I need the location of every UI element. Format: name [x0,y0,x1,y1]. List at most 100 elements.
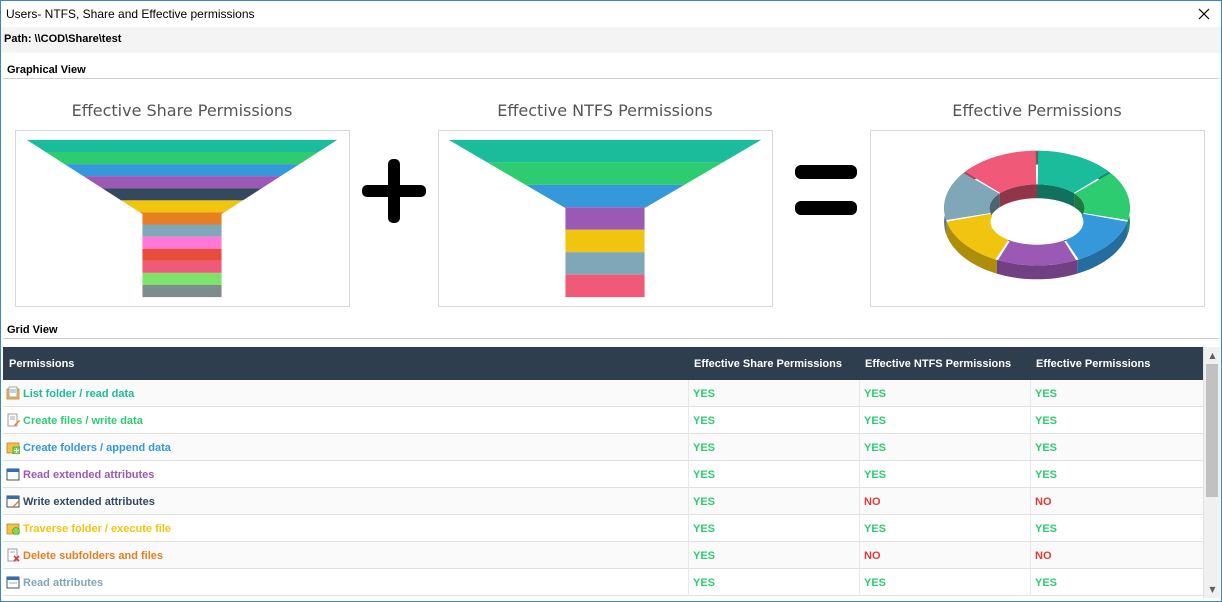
share-funnel-segment [142,248,222,261]
share-funnel-segment [26,139,338,152]
column-separator [1030,569,1031,596]
ntfs-permission-value: YES [864,523,887,535]
ntfs-funnel-chart [438,130,773,307]
table-row[interactable]: Traverse folder / execute file YES YES YES [3,515,1203,542]
column-separator [859,542,860,569]
ntfs-funnel-segment [487,162,723,185]
grid-scrollbar[interactable]: ▲ ▼ [1203,347,1220,598]
grid-view-label: Grid View [7,324,58,336]
equals-icon [793,161,859,221]
effective-donut-chart [870,130,1205,307]
ntfs-permission-value: YES [864,415,887,427]
scroll-up-arrow-icon[interactable]: ▲ [1204,347,1221,364]
scroll-thumb[interactable] [1206,364,1218,497]
effective-permission-value: YES [1035,577,1058,589]
effective-chart-title: Effective Permissions [952,101,1122,120]
share-funnel-segment [142,224,222,237]
header-permissions[interactable]: Permissions [9,358,74,370]
share-permission-value: YES [693,442,716,454]
column-separator [1030,515,1031,542]
share-funnel-chart [15,130,350,307]
column-separator [859,569,860,596]
share-chart-title: Effective Share Permissions [71,101,293,120]
column-separator [859,380,860,407]
column-separator [688,515,689,542]
header-effective[interactable]: Effective Permissions [1036,358,1150,370]
title-bar: Users- NTFS, Share and Effective permiss… [1,1,1221,27]
table-row[interactable]: Delete subfolders and files YES NO NO [3,542,1203,569]
table-row[interactable]: List folder / read data YES YES YES [3,380,1203,407]
grid-header: Permissions Effective Share Permissions … [3,347,1203,380]
column-separator [1030,461,1031,488]
ntfs-funnel-segment [564,207,647,230]
window-write-icon [6,494,20,508]
share-permission-value: YES [693,577,716,589]
ntfs-funnel-segment [565,252,645,275]
share-funnel-segment [142,272,222,286]
permission-name: Create folders / append data [23,442,171,454]
column-separator [1030,542,1031,569]
column-separator [688,488,689,515]
header-ntfs[interactable]: Effective NTFS Permissions [865,358,1011,370]
ntfs-permission-value: NO [864,496,881,508]
share-permission-value: YES [693,415,716,427]
column-separator [859,488,860,515]
plus-icon [359,156,429,226]
ntfs-permission-value: YES [864,469,887,481]
column-separator [688,461,689,488]
table-row[interactable]: Read extended attributes YES YES YES [3,461,1203,488]
table-row[interactable]: Write extended attributes YES NO NO [3,488,1203,515]
share-funnel-segment [102,188,262,201]
effective-donut-svg [944,150,1130,280]
ntfs-permission-value: YES [864,388,887,400]
share-funnel-segment [121,200,243,213]
folder-list-icon [6,386,20,400]
column-separator [1030,407,1031,434]
effective-permission-value: YES [1035,415,1058,427]
ntfs-permission-value: YES [864,577,887,589]
permission-name: Read extended attributes [23,469,155,481]
folder-execute-icon [6,521,20,535]
ntfs-funnel-svg [448,139,762,298]
share-permission-value: YES [693,523,716,535]
share-permission-value: YES [693,496,716,508]
effective-permission-value: YES [1035,469,1058,481]
donut-hole [990,199,1084,245]
window-attributes-icon [6,575,20,589]
graphical-view-divider [3,78,1219,79]
path-bar: Path: \\COD\Share\test [1,27,1221,53]
table-row[interactable]: Create folders / append data YES YES YES [3,434,1203,461]
share-funnel-segment [142,260,222,273]
header-share[interactable]: Effective Share Permissions [694,358,842,370]
effective-permission-value: NO [1035,550,1052,562]
effective-permission-value: YES [1035,388,1058,400]
column-separator [859,434,860,461]
permission-name: Delete subfolders and files [23,550,163,562]
path-label: Path: \\COD\Share\test [4,33,122,45]
ntfs-funnel-segment [565,229,645,253]
table-row[interactable]: Create files / write data YES YES YES [3,407,1203,434]
ntfs-funnel-segment [565,274,645,298]
column-separator [859,407,860,434]
share-permission-value: YES [693,550,716,562]
scroll-down-arrow-icon[interactable]: ▼ [1204,581,1221,598]
column-separator [688,569,689,596]
column-separator [688,407,689,434]
grid-view-divider [3,338,1219,339]
close-button[interactable] [1193,3,1215,25]
effective-permission-value: YES [1035,442,1058,454]
effective-permission-value: NO [1035,496,1052,508]
share-funnel-segment [83,176,281,189]
ntfs-chart-title: Effective NTFS Permissions [497,101,713,120]
permissions-grid: Permissions Effective Share Permissions … [3,347,1203,598]
table-row[interactable]: Read attributes YES YES YES [3,569,1203,596]
permission-name: Create files / write data [23,415,143,427]
ntfs-permission-value: YES [864,442,887,454]
file-write-icon [6,413,20,427]
permission-name: Traverse folder / execute file [23,523,171,535]
share-permission-value: YES [693,469,716,481]
share-funnel-segment [142,285,222,298]
close-icon [1198,8,1210,20]
column-separator [688,434,689,461]
share-permission-value: YES [693,388,716,400]
